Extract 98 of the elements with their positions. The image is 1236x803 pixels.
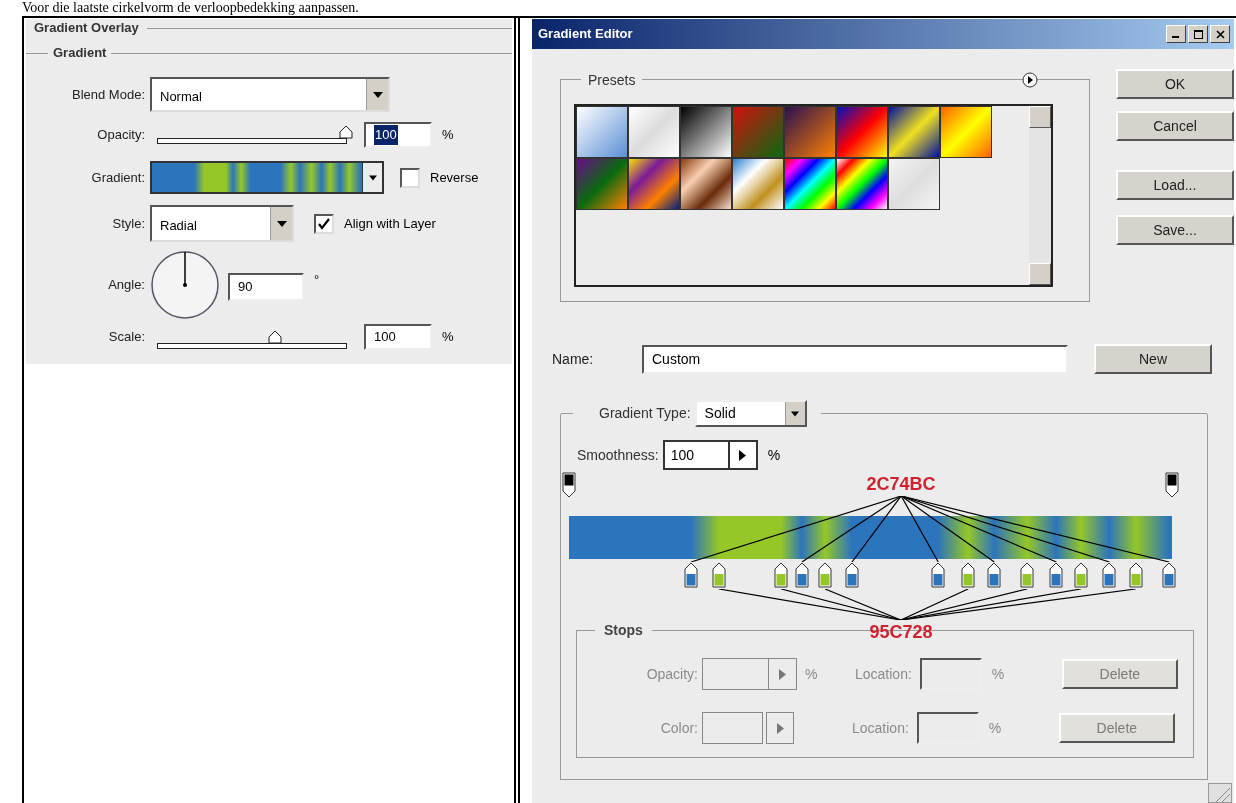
unit-label: % (442, 328, 454, 347)
dropdown-arrow-icon (368, 174, 377, 181)
blend-mode-dropdown[interactable]: Normal (150, 77, 390, 112)
field-label: Angle: (107, 276, 146, 295)
angle-field[interactable]: 90 (228, 273, 304, 301)
color-stop[interactable] (844, 562, 859, 588)
field-label: Name: (552, 349, 595, 369)
minimize-button[interactable] (1166, 25, 1186, 43)
color-stop[interactable] (1102, 562, 1117, 588)
field-label: Color: (659, 718, 699, 738)
dialog-button[interactable]: Save... (1116, 215, 1234, 245)
annotation-label: 2C74BC (865, 474, 937, 494)
location-field[interactable] (919, 658, 982, 690)
checkbox[interactable] (400, 167, 420, 188)
preset-swatch[interactable] (680, 158, 732, 210)
panel-title: Gradient Overlay (34, 19, 140, 38)
unit-label: % (805, 665, 818, 682)
color-stop[interactable] (712, 562, 727, 588)
preset-swatch[interactable] (784, 158, 836, 210)
color-stop[interactable] (683, 562, 698, 588)
preset-swatch[interactable] (732, 106, 784, 158)
color-stop[interactable] (1049, 562, 1064, 588)
preset-swatch[interactable] (836, 158, 888, 210)
color-stop[interactable] (1020, 562, 1035, 588)
field-label: Opacity: (96, 126, 146, 145)
angle-dial[interactable] (150, 250, 220, 320)
play-arrow-icon (779, 668, 786, 680)
preset-swatch[interactable] (888, 158, 940, 210)
checkbox-label: Reverse (430, 168, 479, 187)
color-stop[interactable] (818, 562, 833, 588)
resize-grip-icon[interactable] (1208, 783, 1232, 803)
opacity-field[interactable]: 100 (364, 122, 432, 148)
section-title: Gradient (52, 44, 108, 63)
color-stop[interactable] (961, 562, 976, 588)
unit-label: % (991, 664, 1006, 684)
field-label: Location: (852, 718, 909, 738)
color-stop[interactable] (1128, 562, 1143, 588)
unit-label: % (767, 445, 781, 465)
scrollbar[interactable] (1029, 106, 1051, 285)
preset-swatch[interactable] (940, 106, 992, 158)
dialog-button[interactable]: New (1094, 344, 1212, 374)
scale-field[interactable]: 100 (364, 324, 432, 350)
play-arrow-icon (739, 449, 747, 461)
preset-swatch[interactable] (576, 158, 628, 210)
play-arrow-icon (776, 722, 784, 734)
preset-swatch[interactable] (732, 158, 784, 210)
name-field[interactable]: Custom (642, 344, 1068, 374)
color-stop[interactable] (1162, 562, 1176, 588)
preset-swatch[interactable] (628, 158, 680, 210)
gradient-bar[interactable] (569, 516, 1172, 559)
page-text: Voor die laatste cirkelvorm de verloopbedekking aanpassen. (22, 0, 360, 16)
field-label: Gradient: (90, 168, 146, 187)
preset-swatch[interactable] (836, 106, 888, 158)
color-stop[interactable] (931, 562, 946, 588)
gradient-type-dropdown[interactable]: Solid (694, 400, 807, 427)
stop-value-field[interactable] (702, 712, 794, 744)
field-label: Style: (111, 214, 146, 233)
preset-swatch[interactable] (576, 106, 628, 158)
color-stop[interactable] (794, 562, 809, 588)
dialog-button[interactable]: Load... (1116, 170, 1234, 200)
field-label: Scale: (107, 328, 146, 347)
checkbox-label: Align with Layer (344, 214, 436, 233)
annotation-label: 95C728 (868, 622, 934, 642)
check-icon (318, 217, 330, 230)
field-label: Location: (855, 664, 912, 684)
dropdown-arrow-icon (791, 410, 800, 417)
opacity-stop[interactable] (1165, 472, 1179, 498)
dropdown-arrow-icon (372, 91, 383, 98)
dialog-button[interactable]: Cancel (1116, 111, 1234, 141)
opacity-stop[interactable] (562, 472, 576, 498)
smoothness-field[interactable]: 100 (662, 440, 758, 470)
field-label: Smoothness: (577, 445, 660, 465)
checkbox[interactable] (314, 213, 334, 234)
unit-label: % (442, 126, 454, 145)
preset-swatch[interactable] (784, 106, 836, 158)
unit-label: ° (314, 271, 320, 289)
location-field[interactable] (916, 712, 979, 744)
preset-swatch[interactable] (680, 106, 732, 158)
field-label: Opacity: (645, 664, 699, 684)
unit-label: % (988, 718, 1003, 738)
color-stop[interactable] (1073, 562, 1088, 588)
color-stop[interactable] (774, 562, 789, 588)
field-label: Gradient Type: (599, 404, 692, 423)
stop-value-field[interactable] (702, 658, 797, 690)
slider-thumb[interactable] (339, 125, 353, 139)
dropdown-arrow-icon (276, 220, 287, 227)
style-dropdown[interactable]: Radial (150, 205, 294, 242)
preset-swatch[interactable] (888, 106, 940, 158)
close-button[interactable] (1210, 25, 1230, 43)
preset-swatch[interactable] (628, 106, 680, 158)
gradient-picker[interactable] (150, 161, 384, 194)
maximize-button[interactable] (1188, 25, 1208, 43)
dialog-button[interactable]: OK (1116, 69, 1234, 99)
color-stop[interactable] (987, 562, 1002, 588)
window-title: Gradient Editor (538, 25, 633, 44)
close-icon (1215, 29, 1225, 39)
field-label: Blend Mode: (71, 85, 146, 104)
maximize-icon (1193, 29, 1203, 39)
